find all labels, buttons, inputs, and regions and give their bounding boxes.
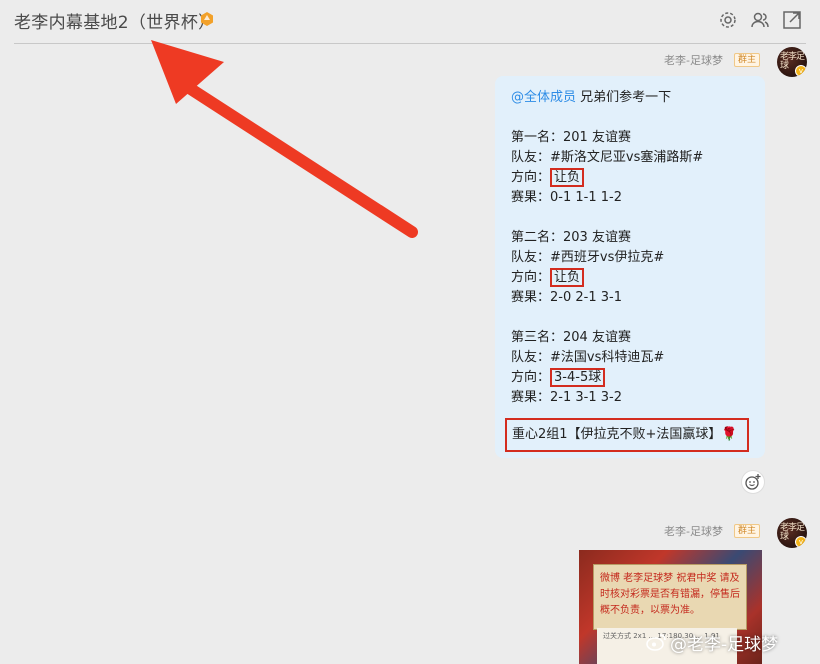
annotation-arrow-icon bbox=[151, 40, 418, 238]
